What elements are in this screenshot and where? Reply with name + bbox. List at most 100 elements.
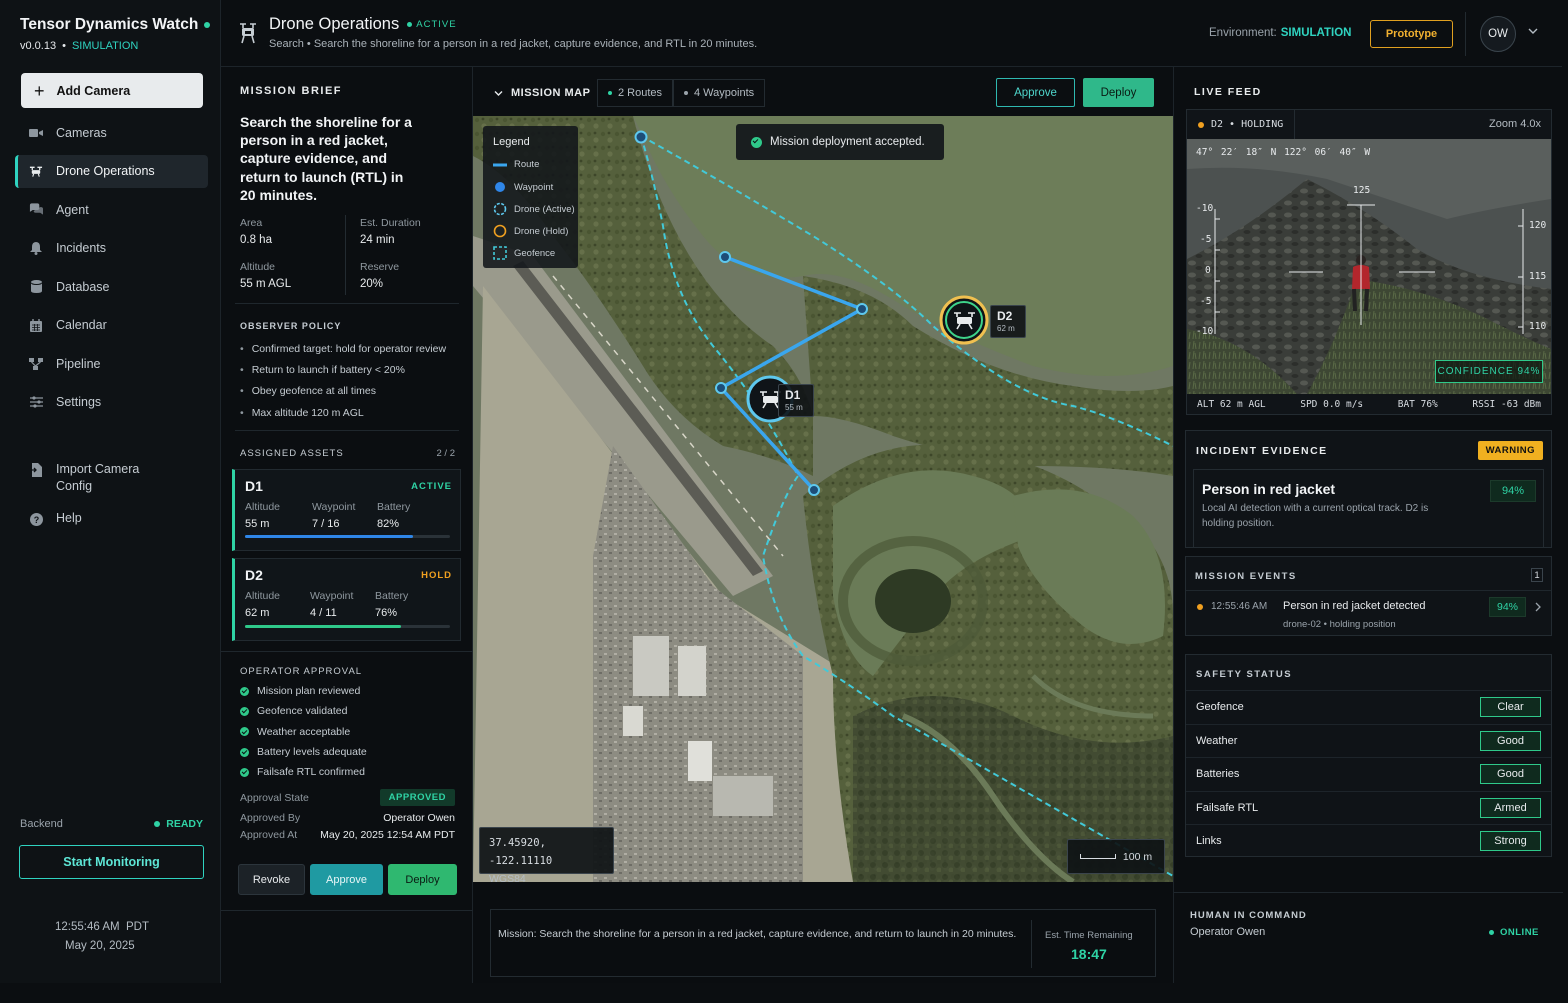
scale-bar-icon	[1079, 854, 1116, 859]
chevron-down-icon	[494, 90, 503, 96]
check-circle-icon	[240, 686, 249, 696]
brand-title: Tensor Dynamics Watch	[20, 16, 199, 33]
right-panel: LIVE FEED D2 • HOLDING Zoom 4.0x 47° 22′…	[1173, 67, 1563, 983]
divider	[1031, 920, 1032, 968]
camera-icon	[29, 126, 43, 140]
hud-overlay	[1214, 204, 1524, 334]
divider	[221, 910, 473, 911]
drone-d2-marker[interactable]	[939, 295, 989, 345]
clock-time: 12:55:46 AM PDT	[55, 921, 149, 933]
telemetry-rssi: RSSI -63 dBm	[1472, 399, 1541, 410]
asset-waypoint-label: Waypoint	[312, 501, 356, 513]
drone-altitude: 62 m	[997, 324, 1015, 333]
sidebar-item-pipeline[interactable]: Pipeline	[15, 347, 208, 380]
dot-icon	[608, 91, 612, 95]
add-camera-button[interactable]: + Add Camera	[21, 73, 203, 108]
status-badge: ACTIVE	[407, 19, 456, 30]
deploy-button[interactable]: Deploy	[388, 864, 457, 895]
sidebar-item-agent[interactable]: Agent	[15, 193, 208, 226]
safety-label: Geofence	[1196, 701, 1244, 714]
dot-icon	[684, 91, 688, 95]
drone-d1-label: D1 55 m	[778, 384, 814, 417]
duration-label: Est. Duration	[360, 217, 421, 229]
app-root: Tensor Dynamics Watch v0.0.13 • SIMULATI…	[0, 0, 1568, 1003]
check-circle-icon	[751, 136, 762, 148]
start-monitoring-button[interactable]: Start Monitoring	[19, 845, 204, 879]
routes-chip[interactable]: 2 Routes	[597, 79, 674, 107]
brand-version: v0.0.13	[20, 40, 57, 52]
map-approve-button[interactable]: Approve	[996, 78, 1075, 107]
sidebar-secondary-nav: Import Camera Config ? Help	[15, 455, 208, 536]
drone-d2-label: D2 62 m	[990, 305, 1026, 338]
safety-row-weather: Weather Good	[1186, 723, 1551, 758]
policy-item: Obey geofence at all times	[240, 381, 446, 402]
coordinates-datum: WGS84	[489, 873, 526, 882]
safety-label: Weather	[1196, 734, 1238, 747]
avatar[interactable]: OW	[1480, 16, 1516, 52]
asset-waypoint: 4 / 11	[310, 607, 337, 619]
sidebar-item-settings[interactable]: Settings	[15, 386, 208, 419]
sidebar-item-label: Cameras	[56, 125, 107, 140]
asset-card-d2[interactable]: D2 HOLD Altitude 62 m Waypoint 4 / 11 Batt…	[232, 558, 461, 641]
map-deploy-button[interactable]: Deploy	[1083, 78, 1154, 107]
human-in-command-heading: HUMAN IN COMMAND	[1190, 910, 1307, 921]
sidebar-item-cameras[interactable]: Cameras	[15, 116, 208, 149]
coordinates-value: 37.45920, -122.11110	[489, 837, 553, 867]
asset-name: D2	[245, 567, 263, 583]
sidebar-item-drone-operations[interactable]: Drone Operations	[15, 154, 208, 188]
brand: Tensor Dynamics Watch v0.0.13 • SIMULATI…	[20, 16, 211, 52]
asset-battery: 76%	[375, 607, 398, 619]
pipeline-icon	[29, 357, 43, 371]
prototype-badge[interactable]: Prototype	[1370, 20, 1453, 48]
check-circle-icon	[240, 767, 249, 777]
asset-altitude: 62 m	[245, 607, 270, 619]
asset-name: D1	[245, 478, 263, 494]
event-dot-icon	[1197, 604, 1203, 610]
check-circle-icon	[240, 747, 249, 757]
asset-progress-bar	[245, 535, 450, 538]
sidebar-item-label: Agent	[56, 202, 89, 217]
approve-button[interactable]: Approve	[310, 864, 383, 895]
event-title: Person in red jacket detected	[1283, 600, 1426, 612]
eta-value: 18:47	[1071, 946, 1107, 962]
checklist-item: Mission plan reviewed	[257, 685, 361, 698]
operator-name: Operator Owen	[1190, 926, 1266, 938]
asset-waypoint: 7 / 16	[312, 518, 340, 530]
mission-map-toggle[interactable]: MISSION MAP	[494, 87, 590, 99]
mission-map-title: MISSION MAP	[511, 87, 591, 99]
sidebar-item-import-camera-config[interactable]: Import Camera Config	[15, 455, 208, 501]
mission-map[interactable]: Legend Route Waypoint Drone (Active) Dro…	[473, 116, 1173, 882]
chevron-down-icon[interactable]	[1528, 26, 1538, 36]
divider	[235, 303, 459, 304]
sidebar-item-help[interactable]: ? Help	[15, 505, 208, 532]
approval-state-label: Approval State	[240, 791, 309, 804]
policy-item: Max altitude 120 m AGL	[240, 402, 446, 423]
assigned-assets-count: 2 / 2	[436, 448, 456, 459]
waypoints-chip[interactable]: 4 Waypoints	[673, 79, 766, 107]
safety-row-batteries: Batteries Good	[1186, 757, 1551, 791]
live-feed[interactable]: D2 • HOLDING Zoom 4.0x 47° 22′ 18″ N 122…	[1186, 109, 1552, 415]
approval-state-badge: APPROVED	[379, 789, 455, 806]
event-row[interactable]: 12:55:46 AM Person in red jacket detecte…	[1186, 591, 1551, 635]
plus-icon: +	[34, 80, 45, 101]
safety-badge: Clear	[1480, 697, 1541, 718]
sidebar: Tensor Dynamics Watch v0.0.13 • SIMULATI…	[0, 0, 221, 983]
asset-card-d1[interactable]: D1 ACTIVE Altitude 55 m Waypoint 7 / 16 Ba…	[232, 469, 461, 551]
page-title: Drone Operations	[269, 15, 400, 33]
revoke-button[interactable]: Revoke	[238, 864, 305, 895]
sidebar-item-label: Help	[56, 511, 82, 525]
assigned-assets-heading: ASSIGNED ASSETS	[240, 448, 344, 459]
sidebar-item-label: Calendar	[56, 318, 107, 332]
asset-progress-bar	[245, 625, 450, 628]
drone-altitude: 55 m	[785, 403, 803, 412]
approved-by-value: Operator Owen	[383, 812, 455, 824]
legend-item: Waypoint	[514, 181, 554, 193]
sidebar-item-database[interactable]: Database	[15, 270, 208, 303]
mission-map-toolbar: MISSION MAP 2 Routes 4 Waypoints Approve…	[473, 67, 1173, 116]
evidence-card[interactable]: Person in red jacket Local AI detection …	[1193, 469, 1544, 548]
approved-at-value: May 20, 2025 12:54 AM PDT	[320, 829, 455, 841]
legend-item: Drone (Active)	[514, 203, 575, 215]
observer-policy-list: Confirmed target: hold for operator revi…	[240, 338, 446, 423]
sidebar-item-calendar[interactable]: Calendar	[15, 309, 208, 342]
sidebar-item-incidents[interactable]: Incidents	[15, 232, 208, 265]
